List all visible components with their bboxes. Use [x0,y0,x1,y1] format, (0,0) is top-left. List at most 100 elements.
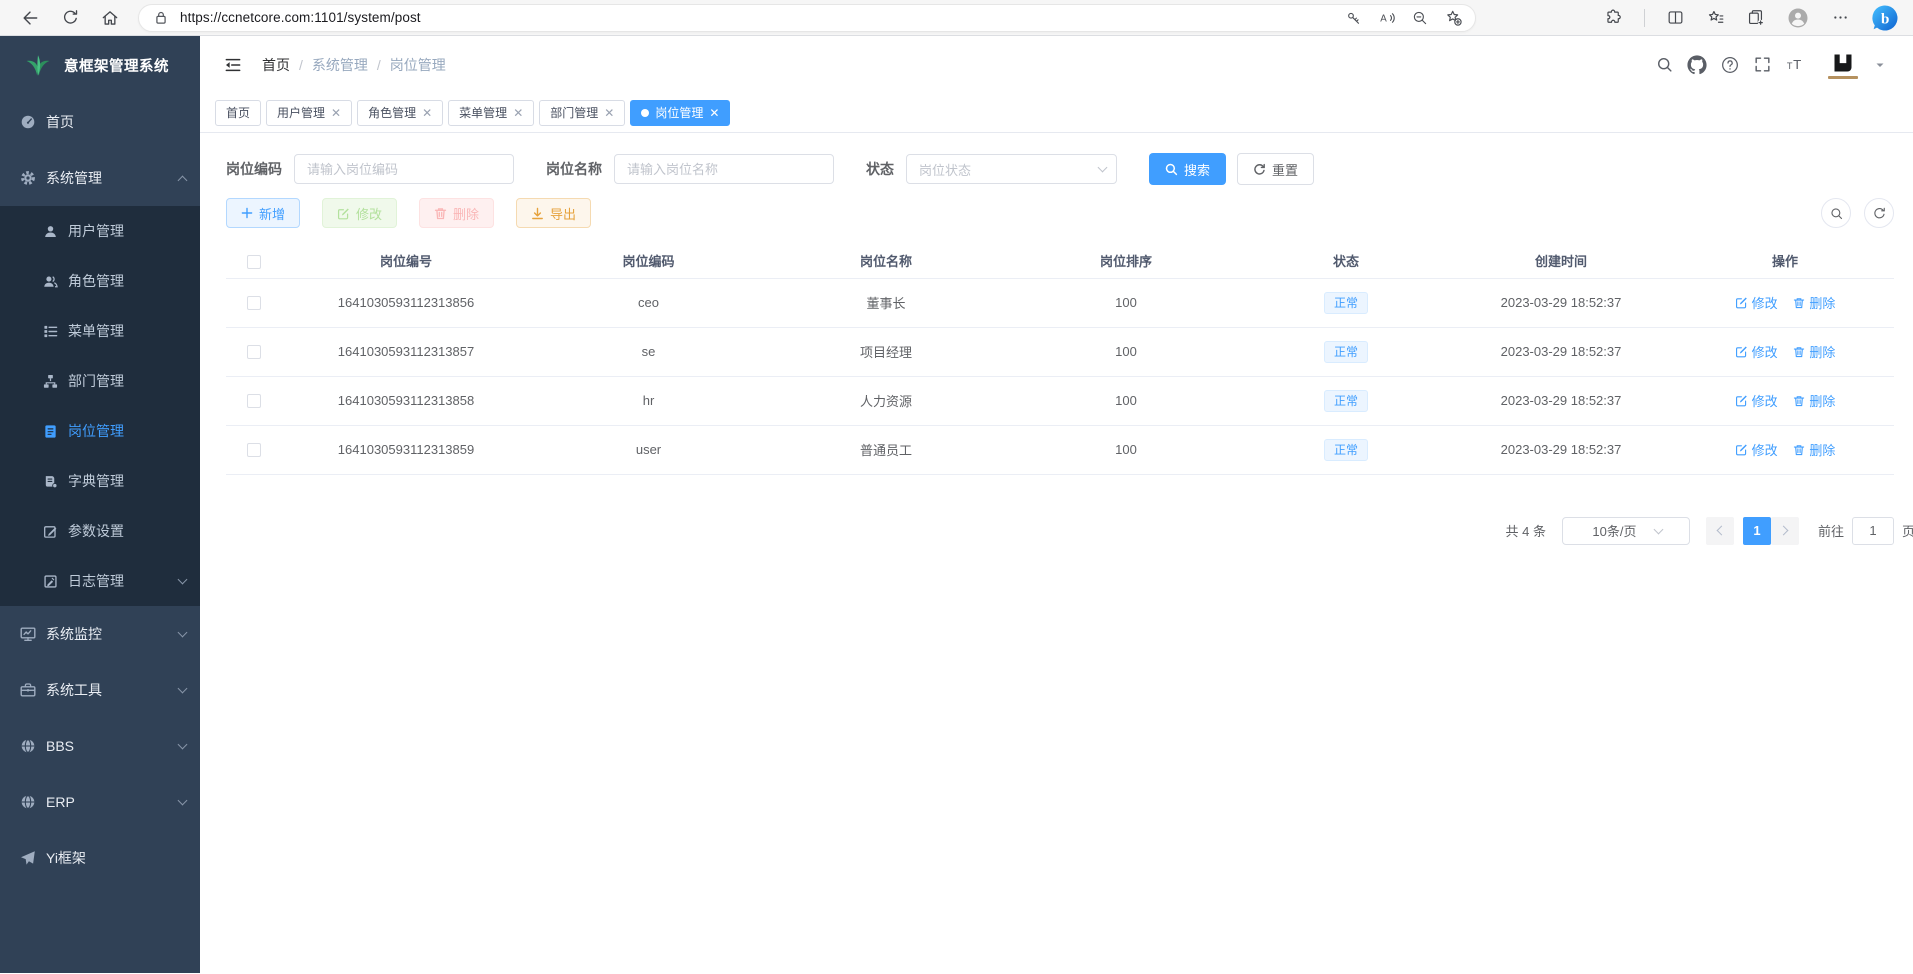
close-tab-icon[interactable]: ✕ [604,107,614,119]
browser-profile-icon[interactable] [1786,6,1810,30]
close-tab-icon[interactable]: ✕ [709,107,719,119]
read-aloud-icon[interactable]: A [1378,9,1396,27]
sidebar-item-logs[interactable]: 日志管理 [0,556,200,606]
row-checkbox[interactable] [247,394,261,408]
refresh-table-button[interactable] [1864,198,1894,228]
sidebar-item-erp[interactable]: ERP [0,774,200,830]
sidebar-item-label: 菜单管理 [68,321,124,341]
browser-refresh-button[interactable] [50,3,90,33]
font-size-icon[interactable]: TT [1785,55,1807,75]
close-tab-icon[interactable]: ✕ [331,107,341,119]
collections-icon[interactable] [1746,8,1765,27]
close-tab-icon[interactable]: ✕ [422,107,432,119]
row-checkbox[interactable] [247,296,261,310]
paper-plane-icon [20,850,36,866]
sidebar-item-menus[interactable]: 菜单管理 [0,306,200,356]
reset-button[interactable]: 重置 [1237,153,1314,185]
search-icon[interactable] [1655,55,1674,74]
page-size-select[interactable]: 10条/页 [1562,517,1690,545]
sidebar-item-system[interactable]: 系统管理 [0,150,200,206]
split-screen-icon[interactable] [1666,8,1685,27]
row-delete-link[interactable]: 删除 [1793,342,1835,361]
next-page-button[interactable] [1771,517,1799,545]
goto-page-input[interactable] [1852,517,1894,545]
collapse-sidebar-icon[interactable] [223,55,243,75]
sidebar-item-label: 字典管理 [68,471,124,491]
sidebar-item-parameters[interactable]: 参数设置 [0,506,200,556]
browser-back-button[interactable] [10,3,50,33]
goto-label: 前往 [1818,521,1844,540]
sidebar-item-users[interactable]: 用户管理 [0,206,200,256]
sidebar-item-bbs[interactable]: BBS [0,718,200,774]
user-avatar[interactable] [1825,47,1861,83]
svg-text:T: T [1787,61,1793,71]
browser-more-icon[interactable] [1831,8,1850,27]
delete-button[interactable]: 删除 [419,198,494,228]
tab-department-management[interactable]: 部门管理 ✕ [539,100,625,126]
sidebar-item-dictionary[interactable]: 字典管理 [0,456,200,506]
search-button[interactable]: 搜索 [1149,153,1226,185]
github-icon[interactable] [1687,55,1707,75]
address-bar[interactable]: https://ccnetcore.com:1101/system/post A [138,4,1476,32]
export-button[interactable]: 导出 [516,198,591,228]
add-button[interactable]: 新增 [226,198,300,228]
sidebar-item-posts[interactable]: 岗位管理 [0,406,200,456]
field-label: 岗位名称 [546,159,602,179]
row-checkbox[interactable] [247,443,261,457]
row-delete-link[interactable]: 删除 [1793,391,1835,410]
breadcrumb-item[interactable]: 系统管理 [312,55,368,75]
row-edit-link[interactable]: 修改 [1735,440,1778,459]
edit-button[interactable]: 修改 [322,198,397,228]
app-title: 意框架管理系统 [64,55,169,76]
fullscreen-icon[interactable] [1753,55,1772,74]
breadcrumb-item[interactable]: 首页 [262,55,290,75]
browser-home-button[interactable] [90,3,130,33]
cell-created-time: 2023-03-29 18:52:37 [1446,425,1676,474]
chevron-up-icon [178,175,188,185]
sidebar-item-yi-framework[interactable]: Yi框架 [0,830,200,886]
cell-post-id: 1641030593112313857 [281,327,531,376]
extensions-icon[interactable] [1604,8,1623,27]
toggle-search-button[interactable] [1821,198,1851,228]
post-name-input[interactable] [614,154,834,184]
status-select[interactable]: 岗位状态 [906,154,1117,184]
page-number-button[interactable]: 1 [1743,517,1771,545]
trash-icon [1793,346,1805,358]
sidebar-item-roles[interactable]: 角色管理 [0,256,200,306]
delete-button-label: 删除 [453,204,479,223]
row-edit-link[interactable]: 修改 [1735,391,1778,410]
tab-role-management[interactable]: 角色管理 ✕ [357,100,443,126]
sidebar-item-home[interactable]: 首页 [0,94,200,150]
copilot-bing-icon[interactable]: b [1871,4,1899,32]
row-delete-link[interactable]: 删除 [1793,293,1835,312]
help-icon[interactable] [1720,55,1740,75]
tab-user-management[interactable]: 用户管理 ✕ [266,100,352,126]
favorite-add-icon[interactable] [1444,8,1463,27]
tab-home[interactable]: 首页 [215,100,261,126]
favorites-bar-icon[interactable] [1706,8,1725,27]
select-all-checkbox[interactable] [247,255,261,269]
add-button-label: 新增 [259,204,285,223]
close-tab-icon[interactable]: ✕ [513,107,523,119]
site-info-lock-icon[interactable] [153,10,169,26]
tab-menu-management[interactable]: 菜单管理 ✕ [448,100,534,126]
row-edit-link[interactable]: 修改 [1735,342,1778,361]
sidebar-item-monitor[interactable]: 系统监控 [0,606,200,662]
password-key-icon[interactable] [1345,9,1363,27]
zoom-out-icon[interactable] [1411,9,1429,27]
sidebar-item-tools[interactable]: 系统工具 [0,662,200,718]
url-text: https://ccnetcore.com:1101/system/post [180,10,421,25]
row-edit-link[interactable]: 修改 [1735,293,1778,312]
sidebar-item-departments[interactable]: 部门管理 [0,356,200,406]
tab-post-management[interactable]: 岗位管理 ✕ [630,100,730,126]
status-badge: 正常 [1324,341,1368,363]
caret-down-icon[interactable] [1873,58,1887,72]
post-code-input[interactable] [294,154,514,184]
cell-post-name: 项目经理 [766,327,1006,376]
row-checkbox[interactable] [247,345,261,359]
row-delete-link[interactable]: 删除 [1793,440,1835,459]
breadcrumb: 首页 / 系统管理 / 岗位管理 [262,55,446,75]
globe-icon [20,738,36,754]
chevron-down-icon [178,628,188,638]
prev-page-button[interactable] [1706,517,1734,545]
